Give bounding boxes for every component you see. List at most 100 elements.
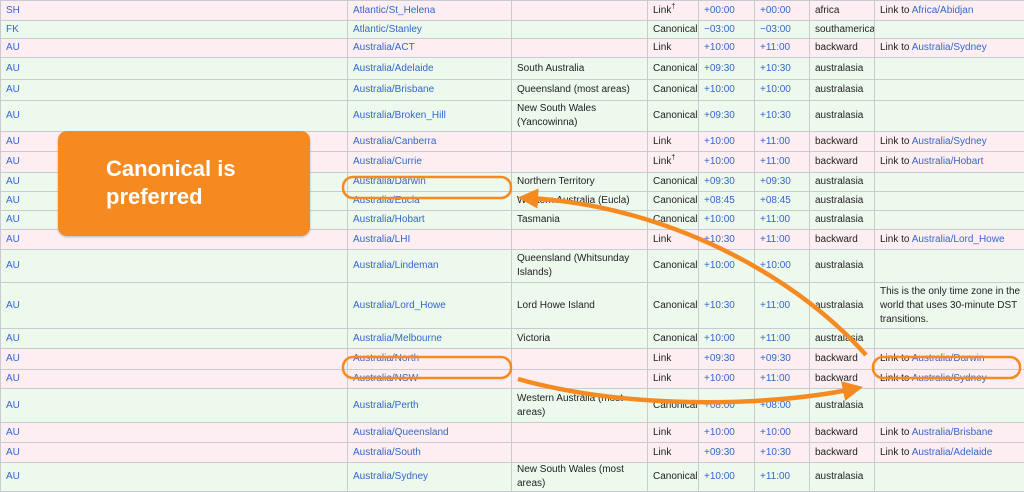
std-offset-link[interactable]: +10:00 [704,373,735,384]
country-code-link[interactable]: AU [6,300,20,311]
std-offset-link[interactable]: +10:00 [704,156,735,167]
country-code-link[interactable]: SH [6,5,20,16]
dagger-mark[interactable]: † [671,3,675,10]
tz-name-link[interactable]: Australia/Brisbane [353,84,434,95]
std-offset-link[interactable]: +09:30 [704,353,735,364]
std-offset-link[interactable]: +10:00 [704,214,735,225]
dst-offset-link[interactable]: +11:00 [760,333,790,344]
notes-link[interactable]: Australia/Brisbane [912,427,993,438]
country-code-link[interactable]: AU [6,471,20,482]
tz-name-link[interactable]: Australia/Melbourne [353,333,442,344]
tz-name-link[interactable]: Atlantic/St_Helena [353,5,435,16]
tz-name-link[interactable]: Australia/Lord_Howe [353,300,446,311]
tz-name-link[interactable]: Australia/Broken_Hill [353,110,446,121]
std-offset-link[interactable]: +09:30 [704,110,735,121]
tz-name-link[interactable]: Atlantic/Stanley [353,24,422,35]
notes-link[interactable]: Africa/Abidjan [912,5,974,16]
tz-name-link[interactable]: Australia/Adelaide [353,63,434,74]
dst-offset-link[interactable]: +11:00 [760,300,790,311]
notes-prefix: Link to [880,373,912,384]
dst-offset-link[interactable]: +11:00 [760,136,790,147]
tz-name-link[interactable]: Australia/Eucla [353,195,420,206]
std-offset-link[interactable]: +10:00 [704,427,735,438]
std-offset-link[interactable]: +09:30 [704,447,735,458]
std-offset-link[interactable]: +08:45 [704,195,735,206]
std-offset-link[interactable]: +09:30 [704,63,735,74]
country-code-link[interactable]: AU [6,110,20,121]
tz-name-link[interactable]: Australia/South [353,447,421,458]
dst-offset-link[interactable]: +11:00 [760,156,790,167]
dst-offset-link[interactable]: +00:00 [760,5,791,16]
dst-offset-link[interactable]: +09:30 [760,353,791,364]
std-offset-link[interactable]: +10:00 [704,471,735,482]
country-code-link[interactable]: AU [6,427,20,438]
notes-link[interactable]: Australia/Sydney [912,42,987,53]
dst-offset-link[interactable]: +08:00 [760,400,791,411]
dst-offset-link[interactable]: +11:00 [760,214,790,225]
tz-name-link[interactable]: Australia/Hobart [353,214,425,225]
country-code-link[interactable]: AU [6,136,20,147]
std-offset-link[interactable]: +09:30 [704,176,735,187]
tz-name-link[interactable]: Australia/Darwin [353,176,426,187]
std-offset-link[interactable]: +10:00 [704,260,735,271]
dst-offset-link[interactable]: +10:30 [760,110,791,121]
country-code-link[interactable]: AU [6,63,20,74]
dst-offset-link[interactable]: +08:45 [760,195,791,206]
country-code-link[interactable]: AU [6,42,20,53]
country-code-link[interactable]: AU [6,333,20,344]
dst-offset-link[interactable]: +10:00 [760,260,791,271]
country-code-link[interactable]: AU [6,400,20,411]
notes-link[interactable]: Australia/Hobart [912,156,984,167]
dst-offset-link[interactable]: +11:00 [760,373,790,384]
country-code-link[interactable]: AU [6,234,20,245]
std-offset-link[interactable]: +10:00 [704,42,735,53]
country-code-link[interactable]: AU [6,353,20,364]
dst-offset-link[interactable]: +09:30 [760,176,791,187]
country-code-link[interactable]: FK [6,24,19,35]
dst-offset-link[interactable]: +11:00 [760,234,790,245]
tz-name-link[interactable]: Australia/NSW [353,373,418,384]
tz-name-link[interactable]: Australia/Canberra [353,136,436,147]
country-code-link[interactable]: AU [6,176,20,187]
std-offset-link[interactable]: +10:00 [704,136,735,147]
type-cell: Link [648,370,699,389]
type-text: Link [653,136,671,147]
country-code-link[interactable]: AU [6,214,20,225]
country-code-link[interactable]: AU [6,195,20,206]
dst-offset-link[interactable]: +11:00 [760,471,790,482]
tz-name-link[interactable]: Australia/Currie [353,156,422,167]
type-cell: Link [648,230,699,250]
notes-link[interactable]: Australia/Lord_Howe [912,234,1005,245]
notes-link[interactable]: Australia/Adelaide [912,447,993,458]
tz-name-link[interactable]: Australia/Perth [353,400,419,411]
dst-offset-link[interactable]: +11:00 [760,42,790,53]
dst-offset-link[interactable]: +10:00 [760,84,791,95]
dst-offset-link[interactable]: +10:30 [760,63,791,74]
tz-name-link[interactable]: Australia/Queensland [353,427,449,438]
std-offset-link[interactable]: −03:00 [704,24,735,35]
country-code-link[interactable]: AU [6,156,20,167]
std-offset-link[interactable]: +10:30 [704,234,735,245]
tz-name-link[interactable]: Australia/Lindeman [353,260,439,271]
tz-name-link[interactable]: Australia/ACT [353,42,415,53]
dagger-mark[interactable]: † [671,155,675,162]
std-offset-link[interactable]: +10:30 [704,300,735,311]
tz-name-link[interactable]: Australia/Sydney [353,471,428,482]
dst-offset-link[interactable]: +10:00 [760,427,791,438]
tz-name-link[interactable]: Australia/LHI [353,234,410,245]
country-code-link[interactable]: AU [6,84,20,95]
std-offset-link[interactable]: +10:00 [704,333,735,344]
std-offset-link[interactable]: +10:00 [704,84,735,95]
dst-offset-cell: +10:00 [755,80,810,101]
notes-link[interactable]: Australia/Sydney [912,373,987,384]
notes-link[interactable]: Australia/Darwin [912,353,985,364]
std-offset-link[interactable]: +08:00 [704,400,735,411]
dst-offset-link[interactable]: +10:30 [760,447,791,458]
country-code-link[interactable]: AU [6,447,20,458]
country-code-link[interactable]: AU [6,373,20,384]
std-offset-link[interactable]: +00:00 [704,5,735,16]
tz-name-link[interactable]: Australia/North [353,353,419,364]
dst-offset-link[interactable]: −03:00 [760,24,791,35]
notes-link[interactable]: Australia/Sydney [912,136,987,147]
country-code-link[interactable]: AU [6,260,20,271]
